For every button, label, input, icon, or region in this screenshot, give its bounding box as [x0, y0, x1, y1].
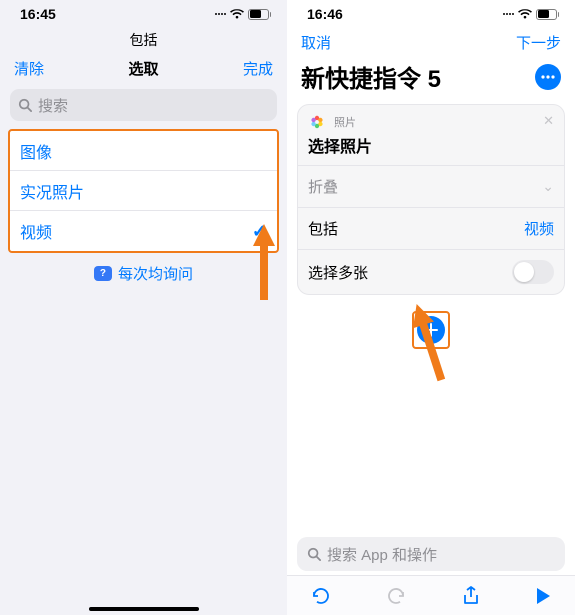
home-indicator-left: [89, 607, 199, 611]
search-icon: [307, 547, 321, 561]
search-actions-input[interactable]: 搜索 App 和操作: [297, 537, 565, 571]
ask-each-time-row[interactable]: ? 每次均询问: [0, 253, 287, 294]
action-title: 选择照片: [298, 133, 564, 165]
undo-icon: [311, 586, 331, 606]
left-screenshot: 16:45 包括 清除 选取 完成 搜索 图像 实况照片 视频: [0, 0, 287, 615]
ask-each-label: 每次均询问: [118, 263, 193, 284]
search-placeholder-left: 搜索: [38, 95, 68, 116]
status-time: 16:46: [307, 6, 343, 22]
add-action-button[interactable]: [417, 316, 445, 344]
add-button-highlight: [412, 311, 450, 349]
row-collapse[interactable]: 折叠 ⌄: [298, 165, 564, 207]
multi-label: 选择多张: [308, 262, 368, 283]
cellular-icon: [503, 13, 514, 15]
option-images[interactable]: 图像: [10, 131, 277, 171]
collapse-label: 折叠: [308, 176, 338, 197]
toolbar: [287, 575, 575, 615]
include-value: 视频: [524, 218, 554, 239]
status-icons: [215, 9, 269, 20]
row-include[interactable]: 包括 视频: [298, 207, 564, 249]
cellular-icon: [215, 13, 226, 15]
status-bar-left: 16:45: [0, 0, 287, 28]
bottom-area: 搜索 App 和操作: [287, 537, 575, 615]
redo-button: [386, 586, 406, 606]
action-card: 照片 ✕ 选择照片 折叠 ⌄ 包括 视频 选择多张: [297, 104, 565, 295]
option-label: 视频: [20, 219, 52, 243]
clear-button[interactable]: 清除: [14, 58, 44, 79]
picker-bar: 清除 选取 完成: [0, 54, 287, 85]
remove-action-button[interactable]: ✕: [543, 113, 554, 129]
card-header: 照片 ✕: [298, 105, 564, 133]
include-label: 包括: [308, 218, 338, 239]
play-icon: [535, 587, 551, 605]
battery-icon: [536, 9, 557, 20]
search-placeholder-right: 搜索 App 和操作: [327, 544, 437, 565]
battery-icon: [248, 9, 269, 20]
cancel-button[interactable]: 取消: [301, 32, 331, 53]
more-button[interactable]: [535, 64, 561, 90]
shortcut-title[interactable]: 新快捷指令 5: [301, 59, 441, 94]
play-button[interactable]: [535, 587, 551, 605]
option-label: 图像: [20, 139, 52, 163]
options-list-highlight: 图像 实况照片 视频 ✓: [8, 129, 279, 253]
shortcut-header: 新快捷指令 5: [287, 57, 575, 102]
redo-icon: [386, 586, 406, 606]
photos-app-icon: [308, 113, 326, 131]
app-name-label: 照片: [334, 114, 356, 130]
search-input-left[interactable]: 搜索: [10, 89, 277, 121]
right-screenshot: 16:46 取消 下一步 新快捷指令 5 照片 ✕: [287, 0, 575, 615]
status-icons: [503, 9, 557, 20]
wifi-icon: [230, 9, 244, 20]
picker-title: 选取: [128, 58, 158, 79]
checkmark-icon: ✓: [252, 221, 267, 242]
wifi-icon: [518, 9, 532, 20]
search-icon: [18, 98, 32, 112]
sheet-supertitle: 包括: [0, 28, 287, 54]
option-videos[interactable]: 视频 ✓: [10, 211, 277, 251]
option-live-photos[interactable]: 实况照片: [10, 171, 277, 211]
status-time: 16:45: [20, 6, 56, 22]
done-button[interactable]: 完成: [243, 58, 273, 79]
plus-icon: [424, 323, 438, 337]
undo-button[interactable]: [311, 586, 331, 606]
ellipsis-icon: [541, 75, 555, 79]
share-button[interactable]: [462, 586, 480, 606]
chevron-down-icon: ⌄: [542, 178, 554, 195]
ask-icon: ?: [94, 266, 112, 281]
share-icon: [462, 586, 480, 606]
nav-bar-right: 取消 下一步: [287, 28, 575, 57]
row-multi: 选择多张: [298, 249, 564, 294]
add-action-area: [287, 297, 575, 363]
status-bar-right: 16:46: [287, 0, 575, 28]
option-label: 实况照片: [20, 179, 84, 203]
multi-toggle[interactable]: [512, 260, 554, 284]
next-button[interactable]: 下一步: [516, 32, 561, 53]
